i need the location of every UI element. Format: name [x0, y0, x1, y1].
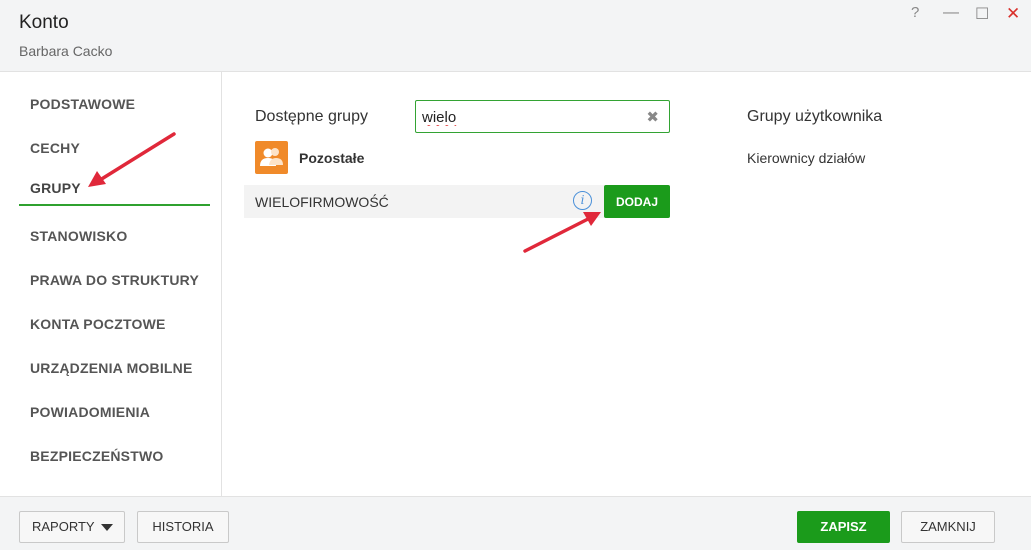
dialog-header: Konto Barbara Cacko ? — ☐ ✕ — [0, 0, 1031, 72]
dialog-footer: RAPORTY HISTORIA ZAPISZ ZAMKNIJ — [0, 496, 1031, 550]
group-search: ✖ — [415, 100, 670, 133]
minimize-icon[interactable]: — — [943, 4, 959, 22]
users-icon — [255, 141, 288, 174]
group-label: WIELOFIRMOWOŚĆ — [255, 194, 389, 210]
clear-icon[interactable]: ✖ — [646, 108, 659, 126]
dialog-title: Konto — [19, 12, 69, 33]
user-groups-label: Grupy użytkownika — [747, 108, 883, 125]
group-search-input[interactable] — [422, 107, 637, 127]
sidebar-item-konta-pocztowe[interactable]: KONTA POCZTOWE — [19, 308, 210, 342]
maximize-icon[interactable]: ☐ — [975, 4, 989, 24]
group-category-name: Pozostałe — [299, 150, 365, 166]
sidebar-item-prawa-do-struktury[interactable]: PRAWA DO STRUKTURY — [19, 264, 210, 298]
groups-panel: Dostępne grupy ✖ Pozostałe WIELOFIRMOWOŚ… — [222, 72, 1031, 496]
dialog-subtitle: Barbara Cacko — [19, 43, 113, 59]
history-button[interactable]: HISTORIA — [137, 511, 229, 543]
sidebar-item-cechy[interactable]: CECHY — [19, 132, 210, 166]
chevron-down-icon — [101, 524, 113, 531]
info-icon[interactable]: i — [573, 191, 592, 210]
sidebar: PODSTAWOWE CECHY GRUPY STANOWISKO PRAWA … — [0, 72, 222, 496]
save-button[interactable]: ZAPISZ — [797, 511, 890, 543]
available-groups-label: Dostępne grupy — [255, 108, 368, 125]
user-group-item: Kierownicy działów — [747, 150, 866, 166]
sidebar-item-bezpieczenstwo[interactable]: BEZPIECZEŃSTWO — [19, 440, 210, 474]
close-button[interactable]: ZAMKNIJ — [901, 511, 995, 543]
sidebar-item-urzadzenia-mobilne[interactable]: URZĄDZENIA MOBILNE — [19, 352, 210, 386]
close-icon[interactable]: ✕ — [1006, 4, 1020, 24]
sidebar-item-stanowisko[interactable]: STANOWISKO — [19, 220, 210, 254]
reports-dropdown-button[interactable]: RAPORTY — [19, 511, 125, 543]
sidebar-item-podstawowe[interactable]: PODSTAWOWE — [19, 88, 210, 122]
add-group-button[interactable]: DODAJ — [604, 185, 670, 218]
sidebar-item-powiadomienia[interactable]: POWIADOMIENIA — [19, 396, 210, 430]
sidebar-item-grupy[interactable]: GRUPY — [19, 172, 210, 206]
help-icon[interactable]: ? — [911, 4, 919, 21]
reports-label: RAPORTY — [32, 519, 95, 534]
